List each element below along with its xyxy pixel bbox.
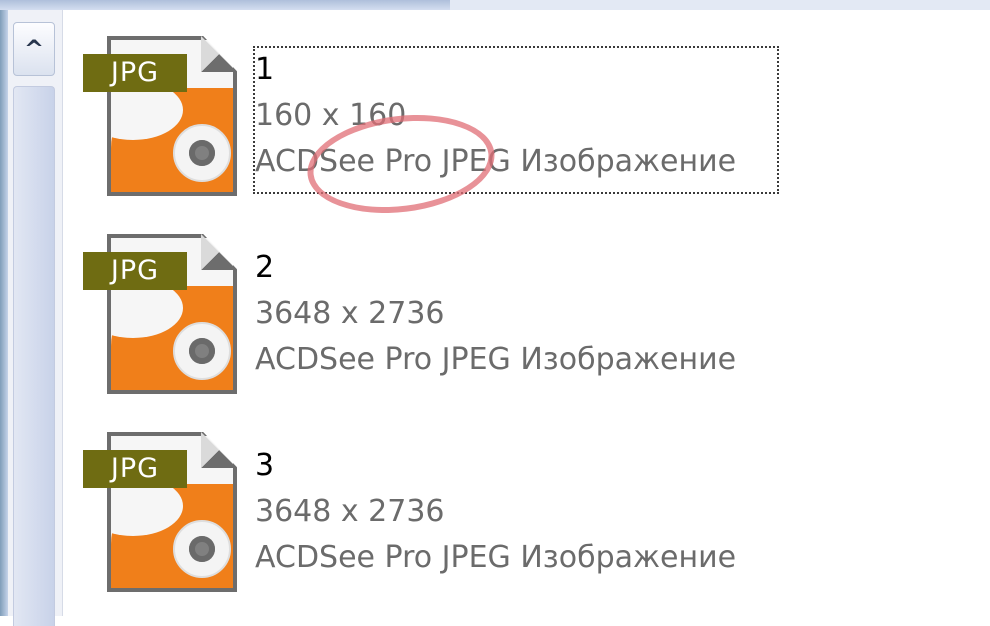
file-list: JPG 1 160 x 160 ACDSee Pro JPEG Изображе… [63, 10, 990, 616]
file-name[interactable]: 1 [255, 52, 274, 88]
scroll-thumb[interactable] [13, 86, 55, 626]
icon-disc [173, 124, 231, 182]
file-dimensions: 3648 x 2736 [255, 494, 445, 529]
file-item[interactable]: JPG 2 3648 x 2736 ACDSee Pro JPEG Изобра… [63, 234, 990, 424]
top-edge-highlight [450, 0, 990, 10]
icon-folded-corner [201, 432, 237, 468]
window-frame-left [0, 10, 8, 616]
vertical-scrollbar[interactable]: ^ [8, 10, 63, 626]
file-dimensions: 3648 x 2736 [255, 296, 445, 331]
icon-disc [173, 520, 231, 578]
file-name[interactable]: 3 [255, 448, 274, 484]
file-type-badge: JPG [83, 252, 187, 290]
jpeg-file-icon: JPG [83, 36, 243, 206]
file-type-badge: JPG [83, 54, 187, 92]
file-item[interactable]: JPG 1 160 x 160 ACDSee Pro JPEG Изображе… [63, 36, 990, 226]
scroll-up-button[interactable]: ^ [13, 22, 55, 76]
file-type-label: ACDSee Pro JPEG Изображение [255, 342, 737, 377]
top-window-edge [0, 0, 990, 10]
icon-disc [173, 322, 231, 380]
file-type-badge: JPG [83, 450, 187, 488]
jpeg-file-icon: JPG [83, 234, 243, 404]
file-name[interactable]: 2 [255, 250, 274, 286]
file-item[interactable]: JPG 3 3648 x 2736 ACDSee Pro JPEG Изобра… [63, 432, 990, 622]
chevron-up-icon: ^ [23, 35, 45, 63]
icon-folded-corner [201, 234, 237, 270]
file-type-label: ACDSee Pro JPEG Изображение [255, 540, 737, 575]
jpeg-file-icon: JPG [83, 432, 243, 602]
